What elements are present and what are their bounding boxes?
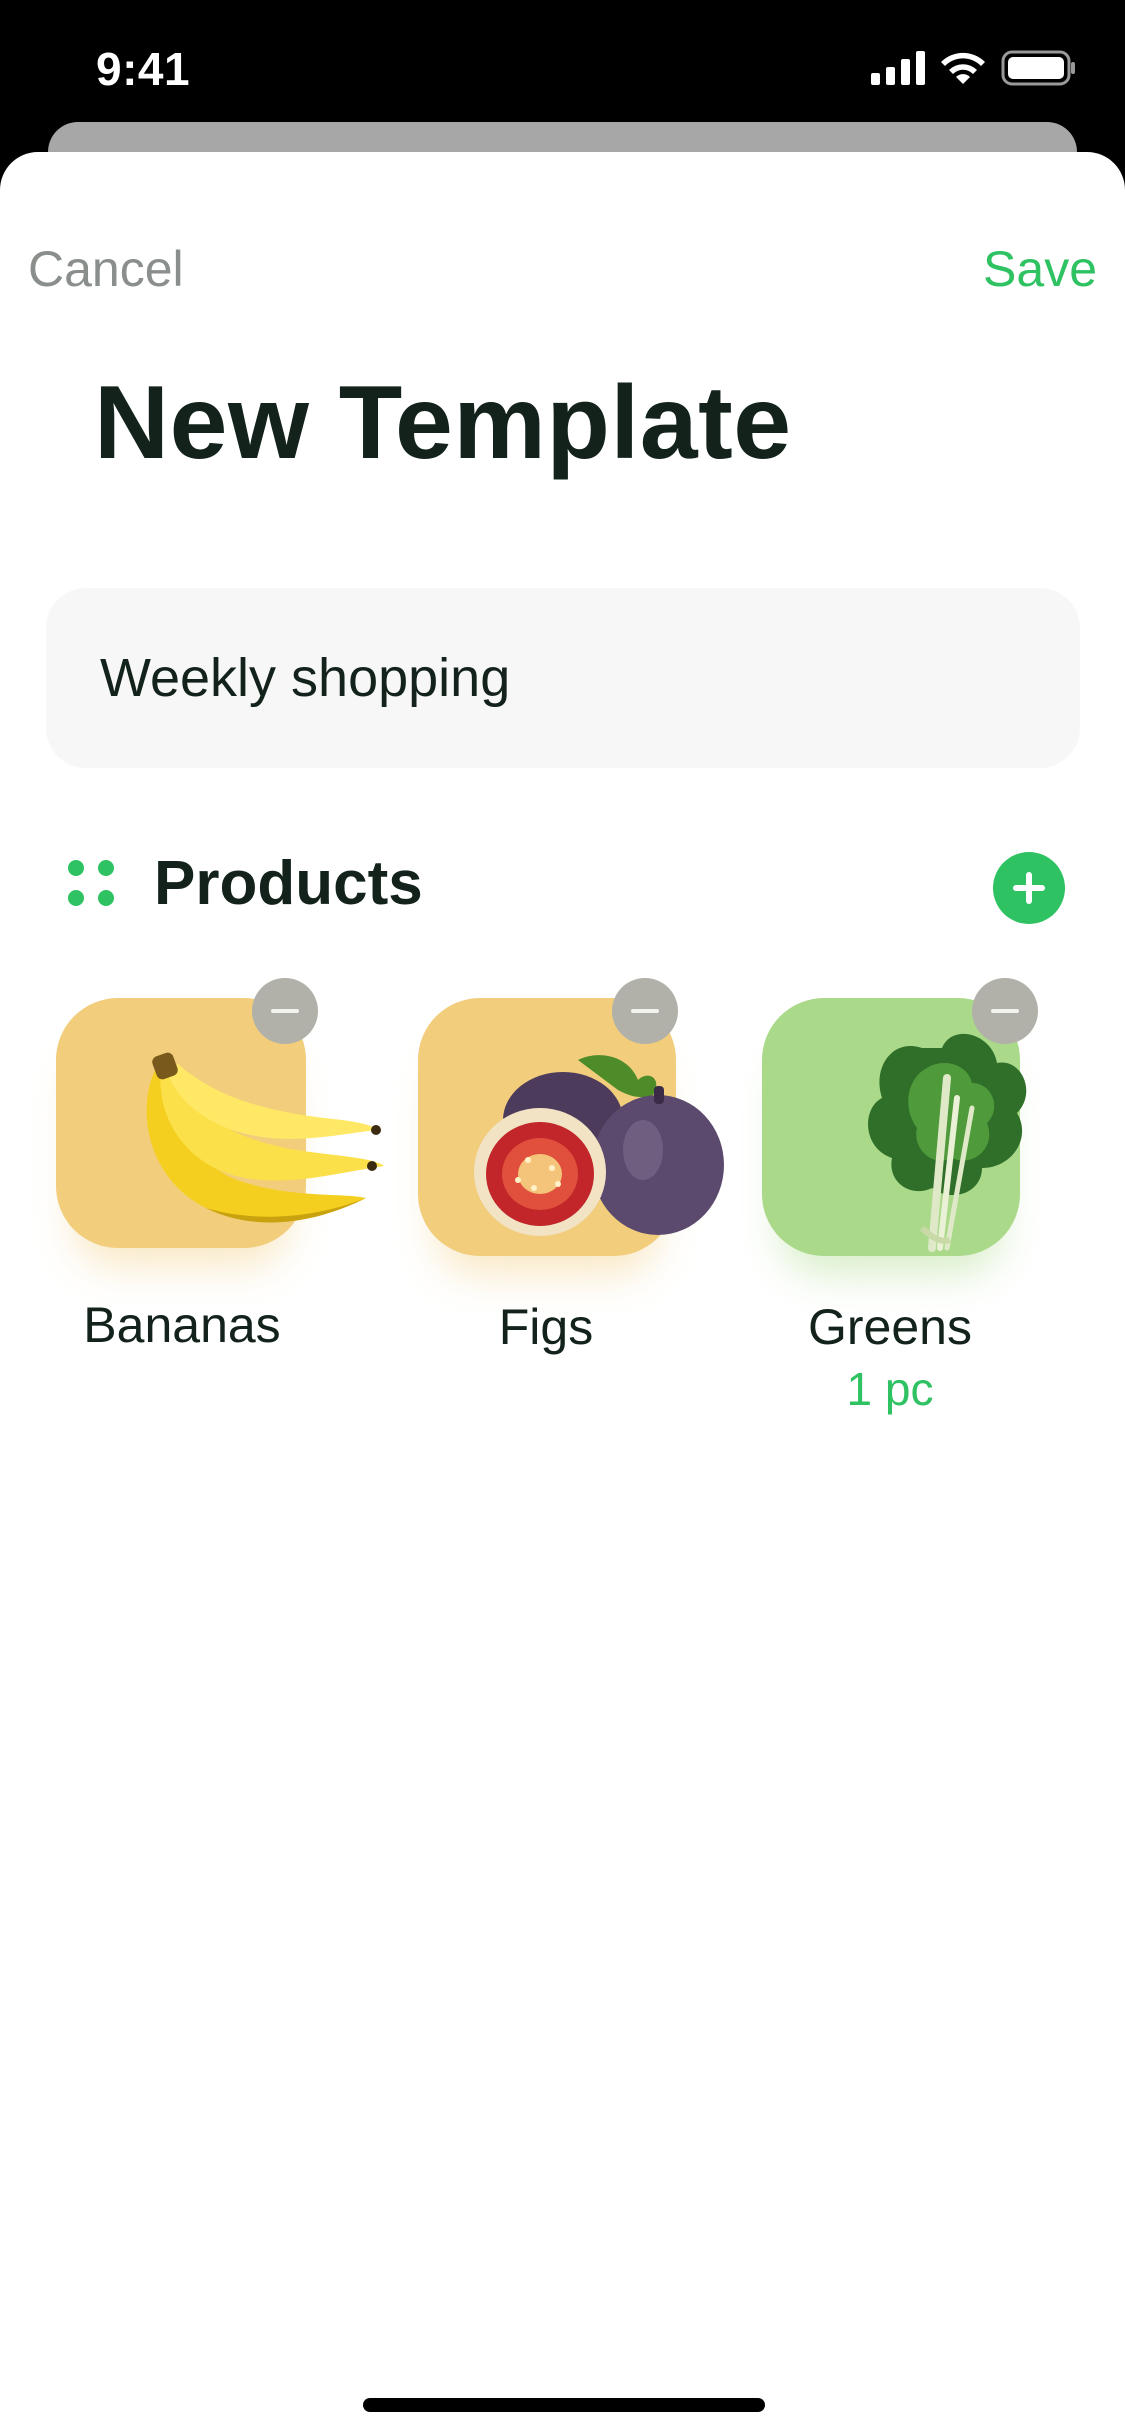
- product-name: Bananas: [83, 1297, 281, 1353]
- remove-product-button[interactable]: [252, 978, 318, 1044]
- status-bar: 9:41: [0, 0, 1125, 132]
- status-time: 9:41: [96, 43, 191, 95]
- products-section-title: Products: [154, 849, 423, 918]
- status-icons: [871, 50, 1077, 86]
- product-item-figs[interactable]: Figs: [418, 978, 738, 1358]
- remove-product-button[interactable]: [612, 978, 678, 1044]
- add-product-button[interactable]: [993, 852, 1065, 924]
- home-indicator: [363, 2398, 765, 2412]
- figs-image: [474, 1055, 724, 1236]
- bananas-image: [146, 1052, 384, 1223]
- product-name: Greens: [808, 1299, 972, 1355]
- cellular-signal-icon: [871, 51, 925, 85]
- product-item-bananas[interactable]: Bananas: [56, 978, 384, 1358]
- screen: 9:41 Cancel Save New Template Weekly sho…: [0, 0, 1125, 2436]
- product-name: Figs: [498, 1299, 594, 1355]
- cancel-button[interactable]: Cancel: [28, 240, 184, 298]
- drag-handle-icon[interactable]: [66, 858, 116, 908]
- product-quantity: 1 pc: [846, 1363, 934, 1415]
- remove-product-button[interactable]: [972, 978, 1038, 1044]
- greens-image: [868, 1033, 1027, 1252]
- save-button[interactable]: Save: [983, 240, 1097, 298]
- page-title: New Template: [94, 365, 792, 481]
- wifi-icon: [941, 52, 985, 84]
- template-name-field[interactable]: Weekly shopping: [46, 588, 1080, 768]
- product-item-greens[interactable]: Greens 1 pc: [762, 978, 1082, 1418]
- battery-icon: [1001, 50, 1075, 86]
